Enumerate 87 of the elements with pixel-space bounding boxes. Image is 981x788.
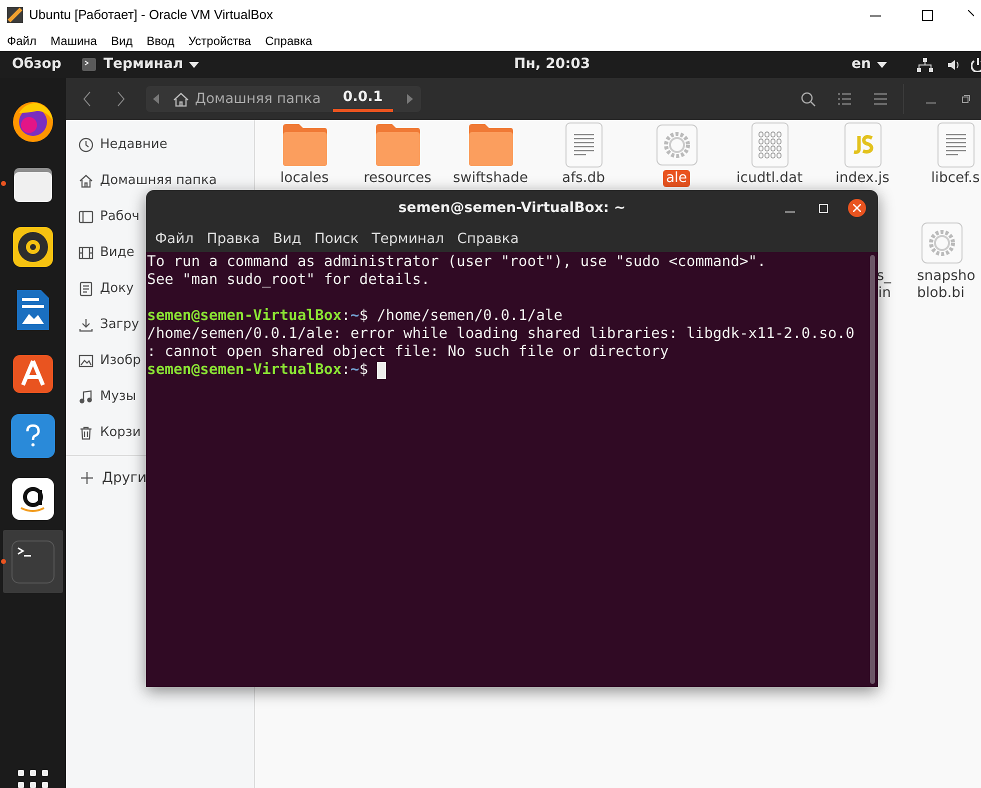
- download-icon: [78, 317, 94, 333]
- file-name[interactable]: locales: [280, 170, 329, 187]
- menu-item[interactable]: Поиск: [314, 228, 359, 250]
- keyboard-layout-indicator[interactable]: en: [852, 54, 871, 75]
- left-arrow-icon[interactable]: [153, 94, 159, 104]
- sidebar-item[interactable]: Рабоч: [78, 207, 140, 227]
- dropdown-caret-icon: [877, 62, 887, 68]
- sidebar-item[interactable]: Корзи: [78, 423, 141, 443]
- maximize-icon: [922, 10, 932, 20]
- music-note-icon: [78, 389, 94, 405]
- menu-item[interactable]: Правка: [206, 228, 260, 250]
- file-name[interactable]: afs.db: [562, 170, 606, 187]
- sidebar-item[interactable]: Недавние: [78, 135, 168, 155]
- running-indicator: [1, 559, 6, 564]
- sidebar-item[interactable]: Изобр: [78, 351, 141, 371]
- terminal-line: : cannot open shared object file: No such file or directory: [147, 343, 669, 361]
- speaker-icon: [11, 224, 55, 268]
- window-title: Ubuntu [Работает] - Oracle VM VirtualBox: [29, 6, 273, 24]
- terminal-line: See "man sudo_root" for details.: [147, 271, 430, 289]
- image-icon: [78, 353, 94, 369]
- terminal-prompt-line: semen@semen-VirtualBox:~$ /home/semen/0.0.1/ale: [147, 307, 563, 325]
- virtualbox-logo-icon: [7, 7, 23, 23]
- file-name[interactable]: in: [878, 285, 891, 302]
- menu-item[interactable]: Вид: [110, 32, 133, 50]
- activities-button[interactable]: Обзор: [12, 54, 62, 75]
- plus-icon: [80, 471, 94, 485]
- terminal-line: /home/semen/0.0.1/ale: error while loading shared libraries: libgdk-x11-2.0.so.0: [147, 325, 854, 343]
- file-name[interactable]: blob.bi: [917, 285, 964, 302]
- terminal-line: To run a command as administrator (user "root"), use "sudo <command>".: [147, 253, 766, 271]
- window-title: semen@semen-VirtualBox: ~: [398, 198, 626, 218]
- menu-item[interactable]: Справка: [457, 228, 519, 250]
- terminal-icon: [11, 540, 55, 584]
- sidebar-item[interactable]: Домашняя папка: [78, 171, 217, 191]
- menu-item[interactable]: Ввод: [146, 32, 174, 50]
- gear-icon: [921, 222, 963, 264]
- dropdown-caret-icon: [189, 62, 200, 68]
- file-name[interactable]: ale: [662, 170, 690, 187]
- close-button[interactable]: [848, 199, 866, 217]
- sidebar-item[interactable]: Доку: [78, 279, 134, 299]
- help-icon: [11, 414, 55, 458]
- sidebar-item[interactable]: Загру: [78, 315, 140, 335]
- file-name[interactable]: index.js: [836, 170, 890, 187]
- file-name[interactable]: resources: [364, 170, 432, 187]
- file-name[interactable]: libcef.s: [931, 170, 980, 187]
- menu-icon[interactable]: [874, 93, 887, 105]
- power-icon: [971, 58, 981, 72]
- list-view-icon[interactable]: [838, 93, 851, 105]
- home-icon: [78, 173, 94, 189]
- terminal-icon: [82, 58, 96, 71]
- desktop-icon: [78, 209, 94, 225]
- right-arrow-icon[interactable]: [406, 94, 413, 104]
- file-name[interactable]: snapsho: [917, 268, 976, 285]
- menu-item[interactable]: Файл: [155, 228, 194, 250]
- menu-item[interactable]: Терминал: [372, 228, 444, 250]
- gear-icon: [656, 124, 698, 166]
- folder-icon: [280, 123, 328, 167]
- network-icon: [917, 58, 933, 72]
- running-indicator: [1, 181, 6, 186]
- sidebar-item[interactable]: Виде: [78, 243, 134, 263]
- trash-icon: [78, 425, 94, 441]
- sidebar-item[interactable]: Музы: [78, 387, 136, 407]
- menu-item[interactable]: Вид: [272, 228, 302, 250]
- path-segment[interactable]: Домашняя папка: [195, 86, 321, 112]
- menu-item[interactable]: Устройства: [188, 32, 252, 50]
- menu-item[interactable]: Машина: [50, 32, 97, 50]
- folder-icon: [374, 123, 422, 167]
- search-icon[interactable]: [801, 92, 816, 106]
- film-icon: [78, 245, 94, 261]
- home-icon: [173, 92, 189, 106]
- file-name[interactable]: icudtl.dat: [736, 170, 803, 187]
- sidebar-item[interactable]: Други: [80, 468, 147, 488]
- clock[interactable]: Пн, 20:03: [514, 54, 590, 75]
- restore-icon[interactable]: [962, 95, 970, 103]
- amazon-icon: [11, 476, 55, 520]
- document-icon: [78, 281, 94, 297]
- close-icon: [853, 204, 861, 212]
- terminal-prompt-line: semen@semen-VirtualBox:~$: [147, 361, 370, 379]
- app-menu[interactable]: Терминал: [103, 54, 184, 75]
- clock-icon: [78, 137, 94, 153]
- file-name[interactable]: swiftshade: [452, 170, 528, 187]
- path-segment[interactable]: 0.0.1: [332, 86, 393, 112]
- maximize-icon[interactable]: [819, 204, 828, 212]
- volume-icon: [947, 58, 961, 72]
- app-grid-icon[interactable]: [18, 770, 48, 788]
- menu-item[interactable]: Файл: [7, 32, 37, 50]
- menu-item[interactable]: Справка: [265, 32, 312, 50]
- folder-icon: [466, 123, 514, 167]
